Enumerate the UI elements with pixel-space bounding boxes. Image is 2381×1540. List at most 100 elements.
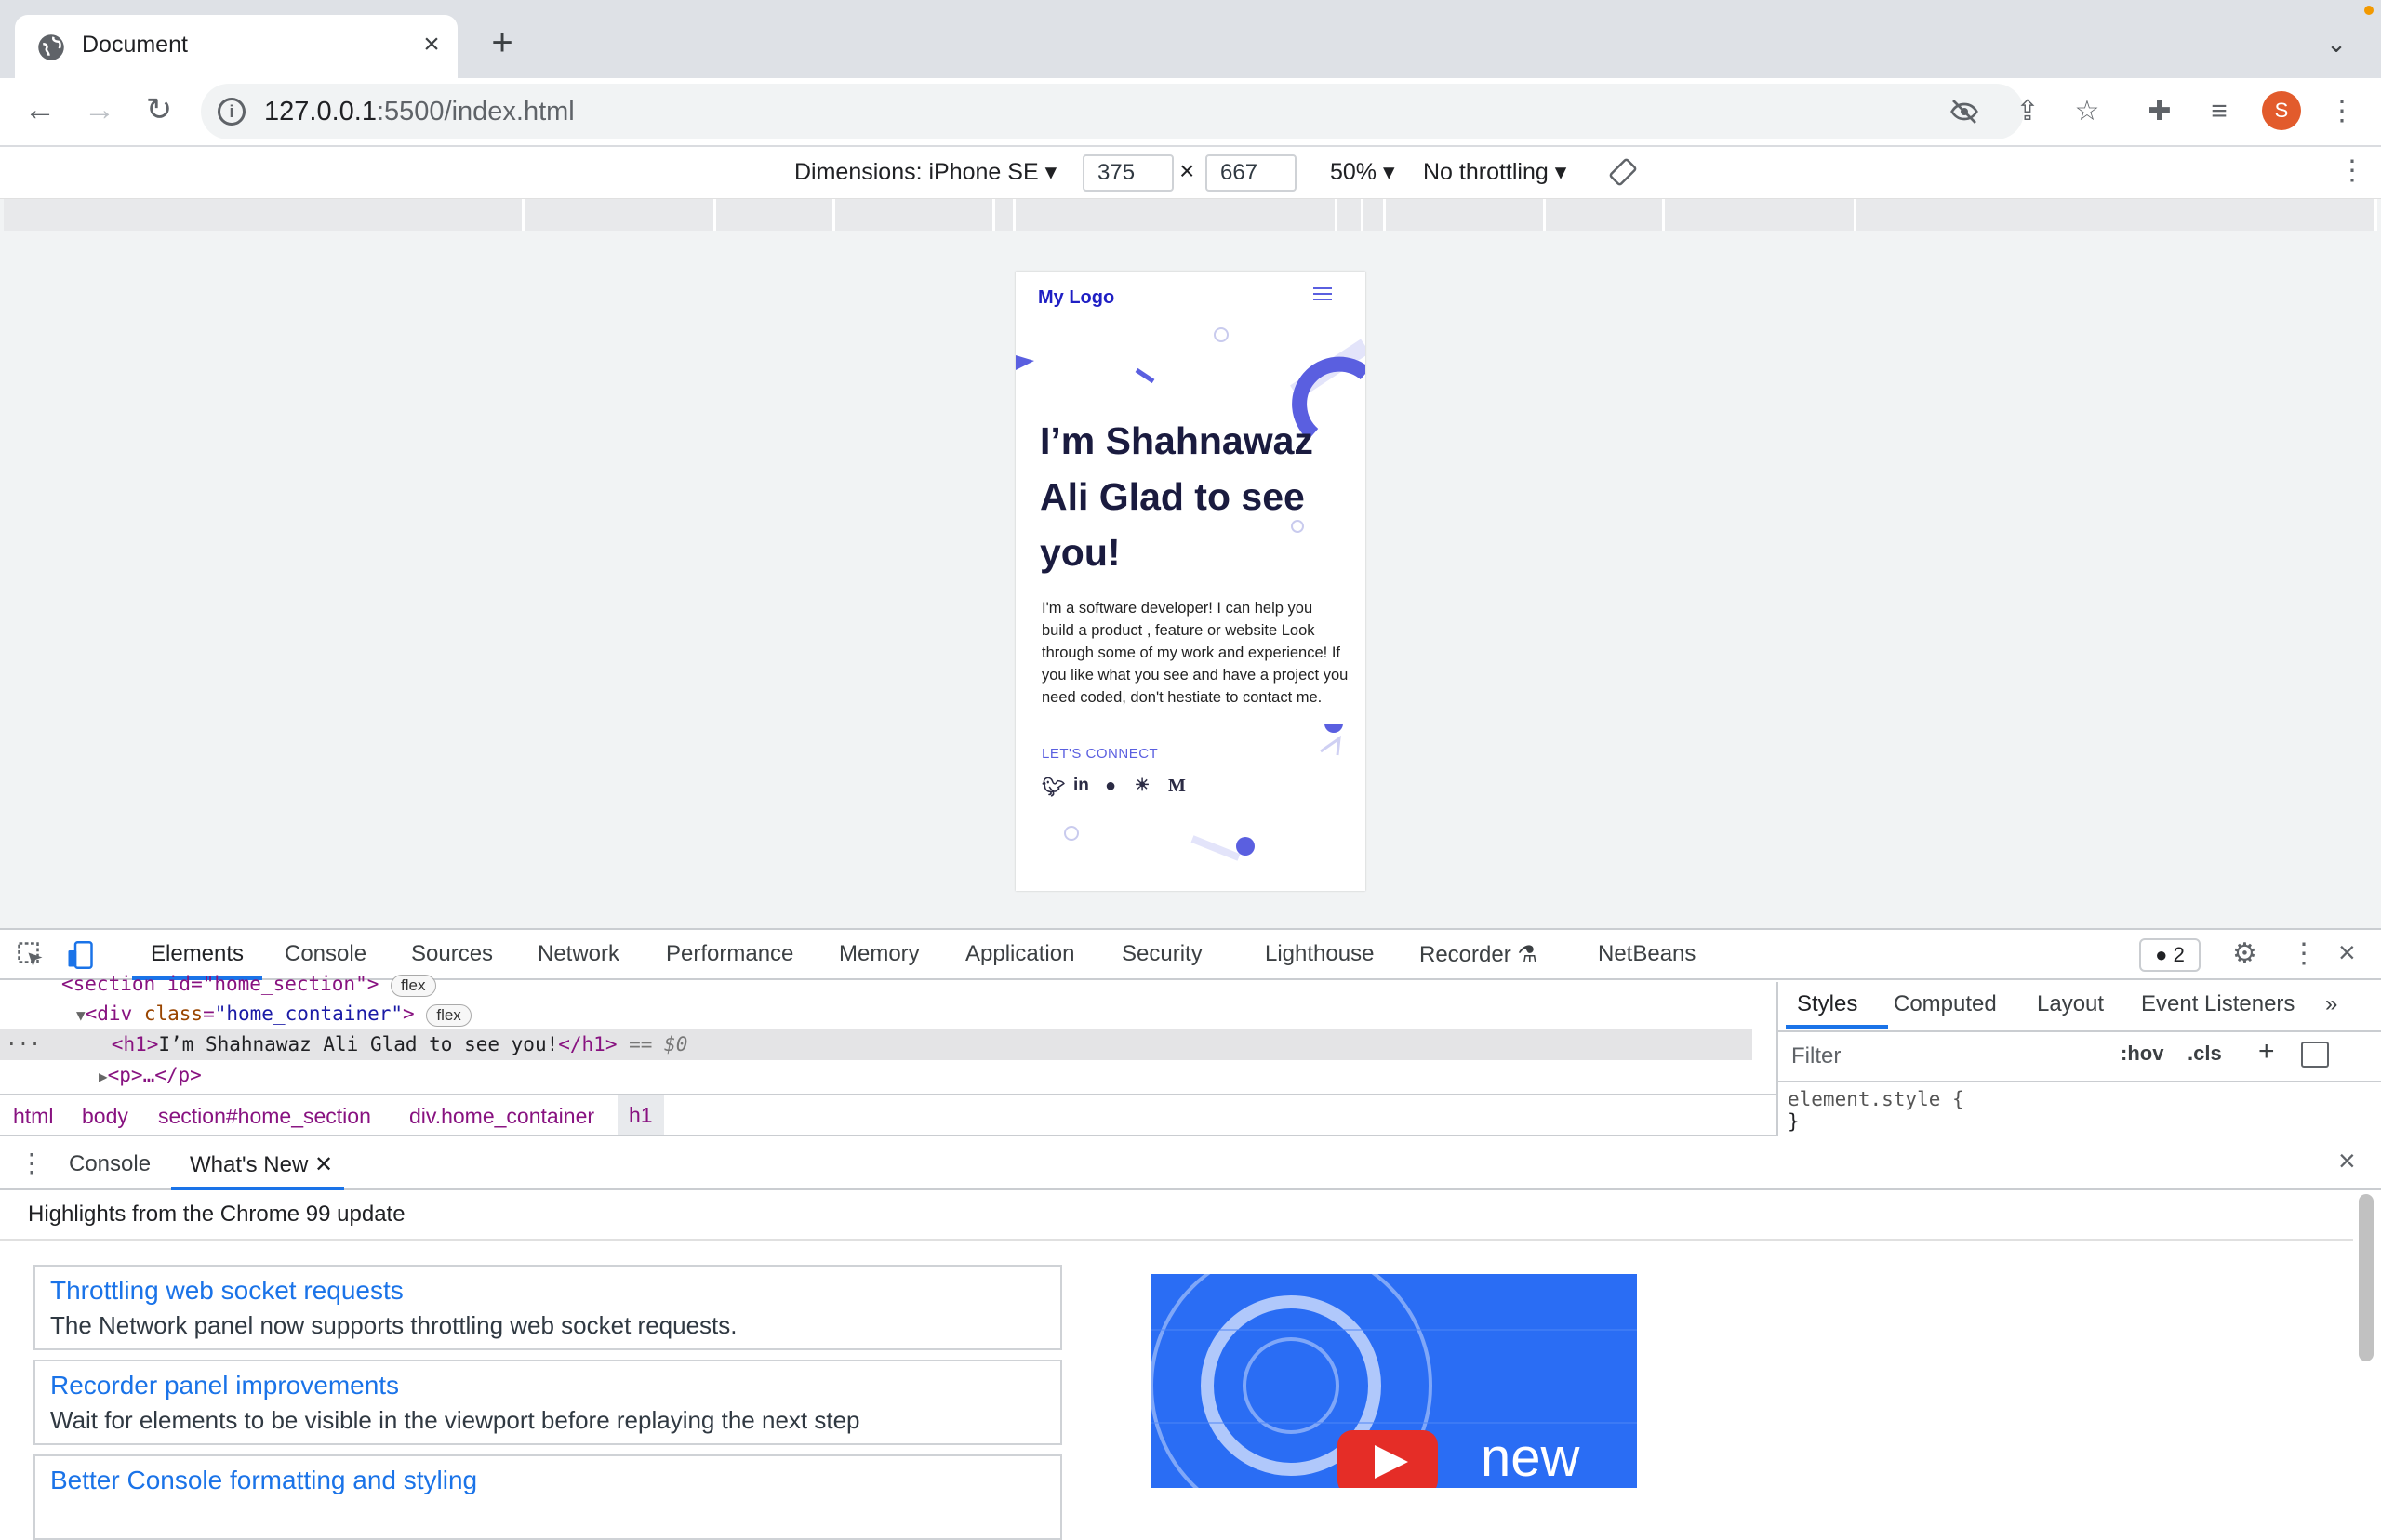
- github-icon[interactable]: ●: [1105, 776, 1116, 797]
- new-style-rule-icon[interactable]: +: [2258, 1036, 2275, 1068]
- dom-node-div[interactable]: ▼<div class="home_container"> flex: [76, 999, 1829, 1029]
- close-whats-new-icon[interactable]: ✕: [314, 1152, 333, 1177]
- media-query-segment[interactable]: [1856, 199, 2377, 231]
- menu-kebab-icon[interactable]: ⋮: [2325, 95, 2359, 128]
- device-toolbar: Dimensions: iPhone SE ▾ 375 × 667 50% ▾ …: [0, 147, 2381, 199]
- zoom-select[interactable]: 50% ▾: [1330, 158, 1395, 186]
- new-tab-icon[interactable]: +: [484, 24, 521, 63]
- height-input[interactable]: 667: [1205, 154, 1297, 192]
- drawer-tab-whats-new[interactable]: What's New ✕: [190, 1151, 333, 1178]
- tab-memory[interactable]: Memory: [839, 941, 920, 967]
- profile-avatar[interactable]: S: [2262, 91, 2301, 130]
- feature-card[interactable]: Better Console formatting and styling: [33, 1454, 1062, 1540]
- more-tabs-icon[interactable]: »: [2325, 991, 2337, 1017]
- tab-network[interactable]: Network: [538, 941, 619, 967]
- media-query-bar[interactable]: [0, 199, 2381, 232]
- media-control-icon[interactable]: ≡: [2202, 95, 2236, 128]
- tab-lighthouse[interactable]: Lighthouse: [1265, 941, 1374, 967]
- device-menu-icon[interactable]: ⋮: [2338, 154, 2366, 187]
- media-query-segment[interactable]: [1337, 199, 1363, 231]
- forward-icon[interactable]: →: [78, 89, 121, 132]
- media-query-segment[interactable]: [4, 199, 525, 231]
- close-drawer-icon[interactable]: ×: [2338, 1144, 2356, 1178]
- throttling-select[interactable]: No throttling ▾: [1423, 158, 1566, 186]
- tab-computed[interactable]: Computed: [1894, 991, 1997, 1017]
- tab-elements[interactable]: Elements: [151, 941, 244, 967]
- rotate-icon[interactable]: [1609, 158, 1637, 186]
- media-query-segment[interactable]: [1665, 199, 1856, 231]
- gitlab-icon[interactable]: ☀: [1135, 776, 1150, 795]
- flex-badge[interactable]: flex: [391, 975, 436, 997]
- media-query-segment[interactable]: [835, 199, 995, 231]
- site-info-icon[interactable]: i: [218, 98, 246, 126]
- back-icon[interactable]: ←: [19, 89, 61, 132]
- close-devtools-icon[interactable]: ×: [2338, 936, 2356, 970]
- tab-title: Document: [82, 32, 188, 58]
- issues-badge[interactable]: ● 2: [2139, 938, 2201, 972]
- breadcrumb-h1[interactable]: h1: [618, 1095, 664, 1135]
- cls-toggle[interactable]: .cls: [2188, 1042, 2222, 1066]
- breadcrumb-div[interactable]: div.home_container: [409, 1104, 594, 1129]
- devtools-menu-icon[interactable]: ⋮: [2290, 937, 2318, 970]
- dom-node-h1-selected[interactable]: ··· <h1>I’m Shahnawaz Ali Glad to see yo…: [0, 1029, 1752, 1060]
- extensions-icon[interactable]: ✚: [2143, 95, 2176, 128]
- tab-console[interactable]: Console: [285, 941, 366, 967]
- device-toggle-icon[interactable]: [65, 941, 95, 969]
- media-query-segment[interactable]: [995, 199, 1016, 231]
- twitter-icon[interactable]: 🐦︎: [1042, 776, 1065, 799]
- hamburger-menu-icon[interactable]: [1313, 286, 1332, 301]
- card-title[interactable]: Recorder panel improvements: [50, 1371, 399, 1401]
- tab-recorder[interactable]: Recorder ⚗: [1419, 941, 1537, 968]
- tab-performance[interactable]: Performance: [666, 941, 793, 967]
- tab-netbeans[interactable]: NetBeans: [1598, 941, 1696, 967]
- reload-icon[interactable]: ↻: [138, 89, 180, 132]
- card-title[interactable]: Throttling web socket requests: [50, 1276, 404, 1306]
- drawer-menu-icon[interactable]: ⋮: [19, 1148, 45, 1178]
- tab-search-icon[interactable]: ⌄: [2320, 30, 2353, 63]
- styles-tab-indicator: [1786, 1025, 1888, 1029]
- feature-card[interactable]: Throttling web socket requests The Netwo…: [33, 1265, 1062, 1350]
- media-query-segment[interactable]: [1016, 199, 1337, 231]
- feature-card[interactable]: Recorder panel improvements Wait for ele…: [33, 1360, 1062, 1445]
- eye-off-icon[interactable]: [1949, 97, 1979, 126]
- bookmark-star-icon[interactable]: ☆: [2070, 95, 2104, 128]
- tab-styles[interactable]: Styles: [1797, 991, 1857, 1017]
- linkedin-icon[interactable]: in: [1073, 776, 1089, 796]
- flex-badge[interactable]: flex: [426, 1004, 472, 1027]
- breadcrumb-html[interactable]: html: [13, 1104, 53, 1129]
- settings-gear-icon[interactable]: ⚙: [2232, 937, 2257, 970]
- drawer-tab-console[interactable]: Console: [69, 1151, 151, 1177]
- toggle-sidebar-icon[interactable]: [2301, 1042, 2329, 1068]
- media-query-segment[interactable]: [1546, 199, 1665, 231]
- breadcrumb-section[interactable]: section#home_section: [158, 1104, 371, 1129]
- tab-application[interactable]: Application: [965, 941, 1074, 967]
- address-bar[interactable]: i 127.0.0.1:5500/index.html: [201, 84, 2024, 139]
- close-tab-icon[interactable]: ×: [415, 28, 448, 61]
- width-input[interactable]: 375: [1083, 154, 1174, 192]
- share-icon[interactable]: ⇪: [2011, 95, 2044, 128]
- tab-event-listeners[interactable]: Event Listeners: [2141, 991, 2295, 1017]
- inspect-element-icon[interactable]: [17, 941, 45, 969]
- browser-tab[interactable]: Document ×: [15, 15, 458, 78]
- hero-heading: I’m Shahnawaz Ali Glad to see you!: [1040, 419, 1313, 574]
- media-query-segment[interactable]: [525, 199, 716, 231]
- tab-sources[interactable]: Sources: [411, 941, 493, 967]
- tab-layout[interactable]: Layout: [2037, 991, 2104, 1017]
- url-text[interactable]: 127.0.0.1:5500/index.html: [264, 97, 575, 127]
- medium-icon[interactable]: M: [1168, 776, 1186, 797]
- device-select[interactable]: Dimensions: iPhone SE ▾: [794, 158, 1057, 186]
- element-style-rule[interactable]: element.style {: [1788, 1088, 1964, 1110]
- hov-toggle[interactable]: :hov: [2121, 1042, 2163, 1066]
- card-title[interactable]: Better Console formatting and styling: [50, 1466, 477, 1495]
- dom-node-section[interactable]: <section id="home_section"> flex: [61, 969, 1814, 1000]
- media-query-segment[interactable]: [1386, 199, 1546, 231]
- media-query-segment[interactable]: [1363, 199, 1386, 231]
- whats-new-video-thumbnail[interactable]: new: [1151, 1274, 1637, 1488]
- breadcrumb-body[interactable]: body: [82, 1104, 128, 1129]
- styles-filter-input[interactable]: Filter: [1791, 1040, 2108, 1073]
- dom-node-p[interactable]: ▶<p>…</p>: [99, 1060, 1851, 1091]
- scrollbar[interactable]: [2359, 1194, 2374, 1361]
- tab-security[interactable]: Security: [1122, 941, 1203, 967]
- media-query-segment[interactable]: [716, 199, 835, 231]
- site-logo[interactable]: My Logo: [1038, 287, 1114, 309]
